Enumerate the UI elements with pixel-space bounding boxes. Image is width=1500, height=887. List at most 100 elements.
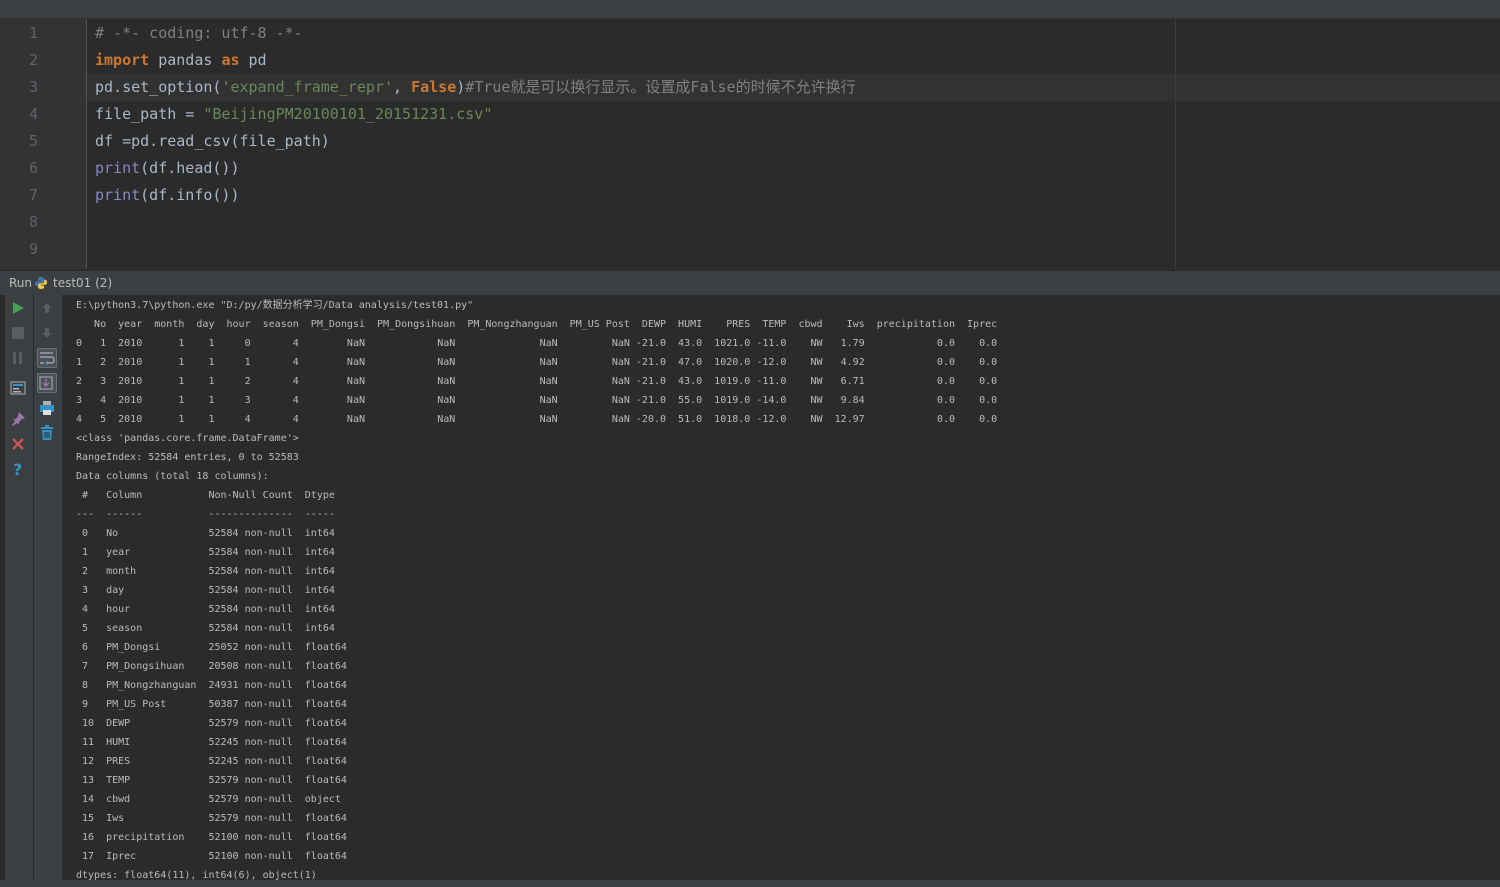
code-token: (df.head())	[140, 159, 240, 177]
trash-icon	[41, 425, 53, 440]
scroll-to-end-toggle[interactable]	[37, 373, 57, 393]
pause-button[interactable]	[8, 348, 28, 368]
console-line: 8 PM_Nongzhanguan 24931 non-null float64	[76, 680, 347, 691]
console-line: 14 cbwd 52579 non-null object	[76, 794, 347, 805]
code-line[interactable]: print(df.head())	[95, 155, 240, 182]
console-line: 11 HUMI 52245 non-null float64	[76, 737, 347, 748]
console-line: 16 precipitation 52100 non-null float64	[76, 832, 347, 843]
status-bar	[0, 880, 1500, 887]
code-token: print	[95, 186, 141, 204]
scroll-down-button[interactable]	[37, 323, 57, 343]
console-line: 0 1 2010 1 1 0 4 NaN NaN NaN NaN -21.0 4…	[76, 338, 998, 349]
code-token: ,	[393, 78, 412, 96]
console-line: 6 PM_Dongsi 25052 non-null float64	[76, 642, 347, 653]
python-icon	[35, 277, 47, 289]
layout-button[interactable]	[8, 378, 28, 398]
code-line[interactable]: df =pd.read_csv(file_path)	[95, 128, 330, 155]
line-number: 5	[28, 132, 38, 150]
console-line: RangeIndex: 52584 entries, 0 to 52583	[76, 452, 299, 463]
console-line: 4 hour 52584 non-null int64	[76, 604, 347, 615]
run-tab-test01[interactable]: test01 (2)	[53, 276, 112, 290]
line-number: 3	[28, 78, 38, 96]
code-token: # -*- coding: utf-8 -*-	[95, 24, 303, 42]
console-line: 9 PM_US Post 50387 non-null float64	[76, 699, 347, 710]
code-line[interactable]: # -*- coding: utf-8 -*-	[95, 20, 303, 47]
console-line: <class 'pandas.core.frame.DataFrame'>	[76, 433, 299, 444]
close-icon	[12, 438, 24, 450]
console-line: 3 day 52584 non-null int64	[76, 585, 347, 596]
rerun-button[interactable]	[8, 298, 28, 318]
code-token: False	[411, 78, 457, 96]
console-line: 10 DEWP 52579 non-null float64	[76, 718, 347, 729]
console-line: 4 5 2010 1 1 4 4 NaN NaN NaN NaN -20.0 5…	[76, 414, 998, 425]
console-line: E:\python3.7\python.exe "D:/py/数据分析学习/Da…	[76, 300, 474, 311]
clear-all-button[interactable]	[37, 423, 57, 443]
line-number: 6	[28, 159, 38, 177]
scroll-up-button[interactable]	[37, 298, 57, 318]
line-number: 4	[28, 105, 38, 123]
line-number: 2	[28, 51, 38, 69]
close-run-button[interactable]	[8, 434, 28, 454]
code-editor[interactable]: 1 2 3 4 5 6 7 8 9 # -*- coding: utf-8 -*- import …	[0, 19, 1500, 269]
stop-icon	[12, 327, 24, 339]
arrow-down-icon	[42, 328, 52, 338]
pause-icon	[13, 352, 22, 364]
code-token: print	[95, 159, 141, 177]
console-line: 13 TEMP 52579 non-null float64	[76, 775, 347, 786]
code-token: pandas	[149, 51, 222, 69]
run-console-output[interactable]: E:\python3.7\python.exe "D:/py/数据分析学习/Da…	[63, 295, 1500, 880]
code-line[interactable]: file_path = "BeijingPM20100101_20151231.…	[95, 101, 492, 128]
code-token: df =pd.read_csv(file_path)	[95, 132, 330, 150]
stop-button[interactable]	[8, 323, 28, 343]
editor-tab-strip	[0, 0, 1500, 19]
console-line: # Column Non-Null Count Dtype	[76, 490, 347, 501]
console-line: 0 No 52584 non-null int64	[76, 528, 347, 539]
console-line: 3 4 2010 1 1 3 4 NaN NaN NaN NaN -21.0 5…	[76, 395, 998, 406]
console-line: 12 PRES 52245 non-null float64	[76, 756, 347, 767]
pin-tab-button[interactable]	[8, 409, 28, 429]
printer-icon	[40, 401, 54, 415]
console-line: 1 2 2010 1 1 1 4 NaN NaN NaN NaN -21.0 4…	[76, 357, 998, 368]
layout-icon	[10, 381, 26, 395]
pin-icon	[12, 412, 25, 426]
run-panel-label: Run	[9, 276, 33, 290]
play-icon	[13, 302, 24, 314]
code-line[interactable]: pd.set_option('expand_frame_repr', False…	[95, 74, 856, 101]
code-token: )	[456, 78, 466, 96]
code-line[interactable]: print(df.info())	[95, 182, 240, 209]
console-line: 1 year 52584 non-null int64	[76, 547, 347, 558]
code-token: 'expand_frame_repr'	[221, 78, 394, 96]
run-toolbar-primary: ?	[5, 295, 33, 887]
line-number: 1	[28, 24, 38, 42]
line-number: 8	[28, 213, 38, 231]
code-token: (df.info())	[140, 186, 240, 204]
code-token: #True就是可以换行显示。设置成False的时候不允许换行	[465, 78, 856, 96]
run-toolbar-secondary	[34, 295, 62, 887]
console-line: dtypes: float64(11), int64(6), object(1)	[76, 870, 317, 880]
print-button[interactable]	[37, 398, 57, 418]
console-line: Data columns (total 18 columns):	[76, 471, 269, 482]
arrow-up-icon	[42, 303, 52, 313]
run-panel-header: Run test01 (2)	[0, 270, 1500, 295]
right-margin-guide	[1175, 19, 1176, 269]
console-line: 2 3 2010 1 1 2 4 NaN NaN NaN NaN -21.0 4…	[76, 376, 998, 387]
console-line: No year month day hour season PM_Dongsi …	[76, 319, 998, 330]
code-token: "BeijingPM20100101_20151231.csv"	[203, 105, 493, 123]
line-number: 7	[28, 186, 38, 204]
console-line: --- ------ -------------- -----	[76, 509, 347, 520]
help-button[interactable]: ?	[8, 459, 28, 479]
code-line[interactable]: import pandas as pd	[95, 47, 267, 74]
console-line: 2 month 52584 non-null int64	[76, 566, 347, 577]
console-line: 17 Iprec 52100 non-null float64	[76, 851, 347, 862]
code-token: as	[221, 51, 240, 69]
code-token: pd.set_option(	[95, 78, 222, 96]
console-line: 5 season 52584 non-null int64	[76, 623, 347, 634]
line-number: 9	[28, 240, 38, 258]
console-line: 15 Iws 52579 non-null float64	[76, 813, 347, 824]
soft-wrap-toggle[interactable]	[37, 348, 57, 368]
code-token: file_path =	[95, 105, 204, 123]
svg-text:?: ?	[13, 461, 22, 477]
code-token: import	[95, 51, 150, 69]
help-icon: ?	[13, 461, 22, 477]
console-line: 7 PM_Dongsihuan 20508 non-null float64	[76, 661, 347, 672]
